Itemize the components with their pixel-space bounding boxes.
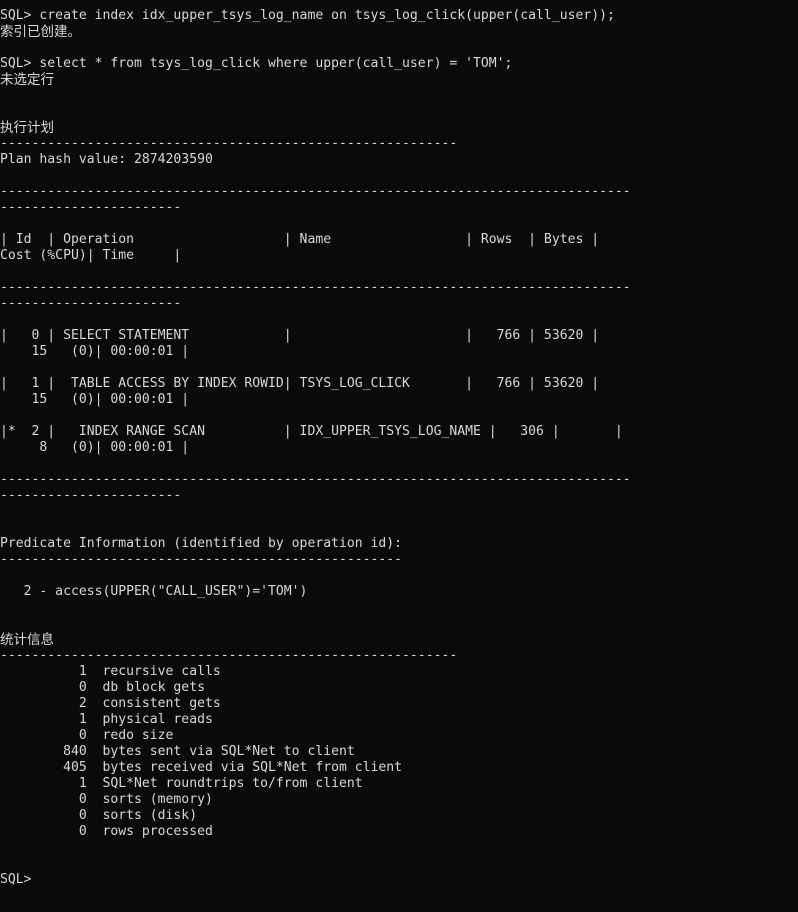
terminal-line-blank-1 xyxy=(0,40,798,56)
terminal-line-plan-row-2a: |* 2 | INDEX RANGE SCAN | IDX_UPPER_TSYS… xyxy=(0,424,623,439)
terminal-line-stat-sorts-memory: 0 sorts (memory) xyxy=(0,792,213,807)
terminal-line-blank-9 xyxy=(0,408,798,424)
terminal-line-stat-bytes-sent: 840 bytes sent via SQL*Net to client xyxy=(0,744,355,759)
terminal-line-plan-row-1a: | 1 | TABLE ACCESS BY INDEX ROWID| TSYS_… xyxy=(0,376,600,391)
terminal-line-stat-recursive-calls: 1 recursive calls xyxy=(0,664,221,679)
terminal-line-predicate-heading: Predicate Information (identified by ope… xyxy=(0,536,403,551)
terminal-line-blank-13 xyxy=(0,568,798,584)
terminal-line-blank-15 xyxy=(0,616,798,632)
terminal-line-plan-row-2b: 8 (0)| 00:00:01 | xyxy=(0,440,190,455)
terminal-line-plan-row-0a: | 0 | SELECT STATEMENT | | 766 | 53620 | xyxy=(0,328,600,343)
terminal-line-msg-no-rows: 未选定行 xyxy=(0,72,54,88)
terminal-line-stat-sorts-disk: 0 sorts (disk) xyxy=(0,808,198,823)
terminal-line-msg-index-created: 索引已创建。 xyxy=(0,24,81,40)
terminal-line-blank-5 xyxy=(0,216,798,232)
terminal-line-plan-rule-mid-1: ----------------------------------------… xyxy=(0,280,631,295)
terminal-line-predicate-2: 2 - access(UPPER("CALL_USER")='TOM') xyxy=(0,584,308,599)
terminal-line-blank-11 xyxy=(0,504,798,520)
terminal-line-cmd-create-index: SQL> create index idx_upper_tsys_log_nam… xyxy=(0,8,615,23)
terminal-line-plan-row-0b: 15 (0)| 00:00:01 | xyxy=(0,344,190,359)
terminal-line-plan-header-2: Cost (%CPU)| Time | xyxy=(0,248,182,263)
terminal-line-blank-7 xyxy=(0,312,798,328)
terminal-line-plan-rule-bot-1: ----------------------------------------… xyxy=(0,472,631,487)
terminal-line-blank-14 xyxy=(0,600,798,616)
terminal-line-plan-rule-bot-2: ----------------------- xyxy=(0,488,182,503)
terminal-window[interactable]: SQL> create index idx_upper_tsys_log_nam… xyxy=(0,0,798,912)
terminal-line-stat-consistent-gets: 2 consistent gets xyxy=(0,696,221,711)
terminal-line-stat-bytes-received: 405 bytes received via SQL*Net from clie… xyxy=(0,760,403,775)
terminal-line-blank-16 xyxy=(0,840,798,856)
terminal-line-blank-8 xyxy=(0,360,798,376)
terminal-line-blank-2 xyxy=(0,88,798,104)
terminal-line-plan-rule-top-1: ----------------------------------------… xyxy=(0,184,631,199)
terminal-line-stat-redo-size: 0 redo size xyxy=(0,728,174,743)
terminal-line-sep-exec-plan: ----------------------------------------… xyxy=(0,136,458,151)
terminal-line-sep-stats: ----------------------------------------… xyxy=(0,648,458,663)
terminal-line-heading-stats: 统计信息 xyxy=(0,632,54,648)
terminal-line-plan-header-1: | Id | Operation | Name | Rows | Bytes | xyxy=(0,232,600,247)
terminal-line-blank-10 xyxy=(0,456,798,472)
terminal-line-stat-db-block-gets: 0 db block gets xyxy=(0,680,205,695)
terminal-line-prompt-final: SQL> xyxy=(0,872,32,887)
terminal-line-blank-17 xyxy=(0,856,798,872)
terminal-line-stat-roundtrips: 1 SQL*Net roundtrips to/from client xyxy=(0,776,363,791)
terminal-line-blank-3 xyxy=(0,104,798,120)
terminal-line-blank-6 xyxy=(0,264,798,280)
terminal-line-plan-row-1b: 15 (0)| 00:00:01 | xyxy=(0,392,190,407)
terminal-line-heading-exec-plan: 执行计划 xyxy=(0,120,54,136)
terminal-line-blank-4 xyxy=(0,168,798,184)
terminal-line-stat-rows-processed: 0 rows processed xyxy=(0,824,213,839)
terminal-line-plan-rule-top-2: ----------------------- xyxy=(0,200,182,215)
terminal-line-stat-physical-reads: 1 physical reads xyxy=(0,712,213,727)
terminal-line-blank-12 xyxy=(0,520,798,536)
terminal-line-cmd-select: SQL> select * from tsys_log_click where … xyxy=(0,56,513,71)
terminal-line-predicate-sep: ----------------------------------------… xyxy=(0,552,403,567)
terminal-line-plan-rule-mid-2: ----------------------- xyxy=(0,296,182,311)
terminal-line-plan-hash: Plan hash value: 2874203590 xyxy=(0,152,213,167)
